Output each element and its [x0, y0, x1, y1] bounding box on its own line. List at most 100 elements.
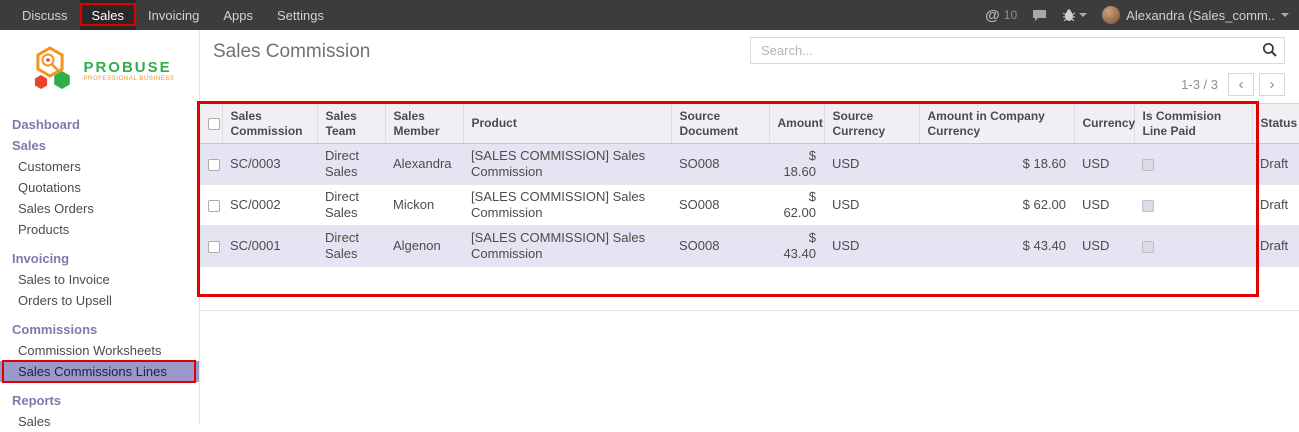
sidebar-item-orders-to-upsell[interactable]: Orders to Upsell [0, 290, 199, 311]
sidebar: PROBUSE PROFESSIONAL BUSINESS Dashboard … [0, 30, 200, 424]
search-input[interactable] [750, 37, 1285, 64]
col-source-currency[interactable]: Source Currency [824, 104, 919, 144]
col-source-document[interactable]: Source Document [671, 104, 769, 144]
cell-sales-commission: SC/0003 [222, 144, 317, 185]
table-row[interactable]: SC/0001 Direct Sales Algenon [SALES COMM… [200, 226, 1299, 267]
sidebar-section-dashboard[interactable]: Dashboard [0, 114, 199, 135]
pager-next-button[interactable]: › [1259, 73, 1285, 96]
sidebar-nav: Dashboard Sales Customers Quotations Sal… [0, 106, 199, 432]
mentions-button[interactable]: @ 10 [985, 7, 1017, 24]
cell-select [200, 144, 222, 185]
sidebar-item-label: Sales Commissions Lines [18, 364, 167, 379]
pager: 1-3 / 3 ‹ › [1181, 73, 1285, 96]
cell-sales-team: Direct Sales [317, 185, 385, 226]
page-title: Sales Commission [213, 41, 370, 63]
at-icon: @ [985, 7, 1000, 24]
sidebar-item-products[interactable]: Products [0, 219, 199, 240]
empty-table-space [200, 267, 1299, 295]
sidebar-item-sales-report[interactable]: Sales [0, 411, 199, 432]
topbar-right: @ 10 Alexandra (Sales_comm.. [985, 0, 1299, 30]
col-sales-team[interactable]: Sales Team [317, 104, 385, 144]
cell-currency: USD [1074, 226, 1134, 267]
cell-amount-company-currency: $ 62.00 [919, 185, 1074, 226]
table-row[interactable]: SC/0003 Direct Sales Alexandra [SALES CO… [200, 144, 1299, 185]
chat-bubble-icon [1032, 9, 1047, 22]
col-status[interactable]: Status [1252, 104, 1299, 144]
cell-sales-member: Algenon [385, 226, 463, 267]
bug-icon [1062, 9, 1076, 22]
topbar: Discuss Sales Invoicing Apps Settings @ … [0, 0, 1299, 30]
cell-sales-commission: SC/0002 [222, 185, 317, 226]
cell-is-paid [1134, 185, 1252, 226]
cell-amount: $ 62.00 [769, 185, 824, 226]
cell-status: Draft [1252, 185, 1299, 226]
commission-table: Sales Commission Sales Team Sales Member… [200, 103, 1299, 267]
topbar-menu-invoicing[interactable]: Invoicing [136, 0, 211, 30]
table-header-row: Sales Commission Sales Team Sales Member… [200, 104, 1299, 144]
chevron-down-icon [1079, 13, 1087, 17]
search-icon[interactable] [1262, 42, 1278, 63]
cell-is-paid [1134, 226, 1252, 267]
topbar-menu-settings[interactable]: Settings [265, 0, 336, 30]
chevron-down-icon [1281, 13, 1289, 17]
control-panel: Sales Commission 1-3 / 3 ‹ › [200, 30, 1299, 103]
sidebar-section-commissions[interactable]: Commissions [0, 319, 199, 340]
pager-previous-button[interactable]: ‹ [1228, 73, 1254, 96]
user-name: Alexandra (Sales_comm.. [1126, 8, 1275, 23]
cell-product: [SALES COMMISSION] Sales Commission [463, 226, 671, 267]
avatar [1102, 6, 1120, 24]
sidebar-section-invoicing[interactable]: Invoicing [0, 248, 199, 269]
row-checkbox[interactable] [208, 200, 220, 212]
cell-sales-member: Mickon [385, 185, 463, 226]
brand-name: PROBUSE [83, 59, 174, 76]
pager-range: 1-3 / 3 [1181, 77, 1218, 92]
cell-source-document: SO008 [671, 144, 769, 185]
cell-product: [SALES COMMISSION] Sales Commission [463, 144, 671, 185]
select-all-checkbox[interactable] [208, 118, 220, 130]
sidebar-item-sales-to-invoice[interactable]: Sales to Invoice [0, 269, 199, 290]
row-checkbox[interactable] [208, 241, 220, 253]
cell-status: Draft [1252, 144, 1299, 185]
col-amount-company-currency[interactable]: Amount in Company Currency [919, 104, 1074, 144]
logo-hexagons-icon [24, 44, 76, 96]
cell-currency: USD [1074, 185, 1134, 226]
cell-sales-member: Alexandra [385, 144, 463, 185]
sidebar-section-sales[interactable]: Sales [0, 135, 199, 156]
paid-checkbox [1142, 200, 1154, 212]
topbar-menu-discuss[interactable]: Discuss [10, 0, 80, 30]
cell-amount: $ 18.60 [769, 144, 824, 185]
bug-menu-button[interactable] [1062, 9, 1087, 22]
col-sales-member[interactable]: Sales Member [385, 104, 463, 144]
pager-buttons: ‹ › [1228, 73, 1285, 96]
topbar-menu-sales-label: Sales [92, 8, 125, 23]
list-view: Sales Commission Sales Team Sales Member… [200, 103, 1299, 295]
cell-sales-team: Direct Sales [317, 144, 385, 185]
topbar-menus: Discuss Sales Invoicing Apps Settings [0, 0, 336, 30]
main-content: Sales Commission 1-3 / 3 ‹ › [200, 30, 1299, 424]
sidebar-item-sales-commissions-lines[interactable]: Sales Commissions Lines [0, 361, 199, 382]
sidebar-item-customers[interactable]: Customers [0, 156, 199, 177]
mention-count: 10 [1004, 8, 1017, 22]
sidebar-item-quotations[interactable]: Quotations [0, 177, 199, 198]
topbar-menu-apps[interactable]: Apps [211, 0, 265, 30]
paid-checkbox [1142, 159, 1154, 171]
col-is-paid[interactable]: Is Commision Line Paid [1134, 104, 1252, 144]
user-menu[interactable]: Alexandra (Sales_comm.. [1102, 6, 1289, 24]
col-sales-commission[interactable]: Sales Commission [222, 104, 317, 144]
select-all-cell [200, 104, 222, 144]
sidebar-section-reports[interactable]: Reports [0, 390, 199, 411]
search-box [750, 37, 1285, 64]
paid-checkbox [1142, 241, 1154, 253]
table-row[interactable]: SC/0002 Direct Sales Mickon [SALES COMMI… [200, 185, 1299, 226]
brand-tagline: PROFESSIONAL BUSINESS [83, 76, 174, 82]
col-amount[interactable]: Amount [769, 104, 824, 144]
row-checkbox[interactable] [208, 159, 220, 171]
topbar-menu-sales[interactable]: Sales [80, 0, 137, 30]
sidebar-item-commission-worksheets[interactable]: Commission Worksheets [0, 340, 199, 361]
cell-select [200, 226, 222, 267]
sidebar-item-sales-orders[interactable]: Sales Orders [0, 198, 199, 219]
messages-icon[interactable] [1032, 9, 1047, 22]
cell-select [200, 185, 222, 226]
col-product[interactable]: Product [463, 104, 671, 144]
col-currency[interactable]: Currency [1074, 104, 1134, 144]
